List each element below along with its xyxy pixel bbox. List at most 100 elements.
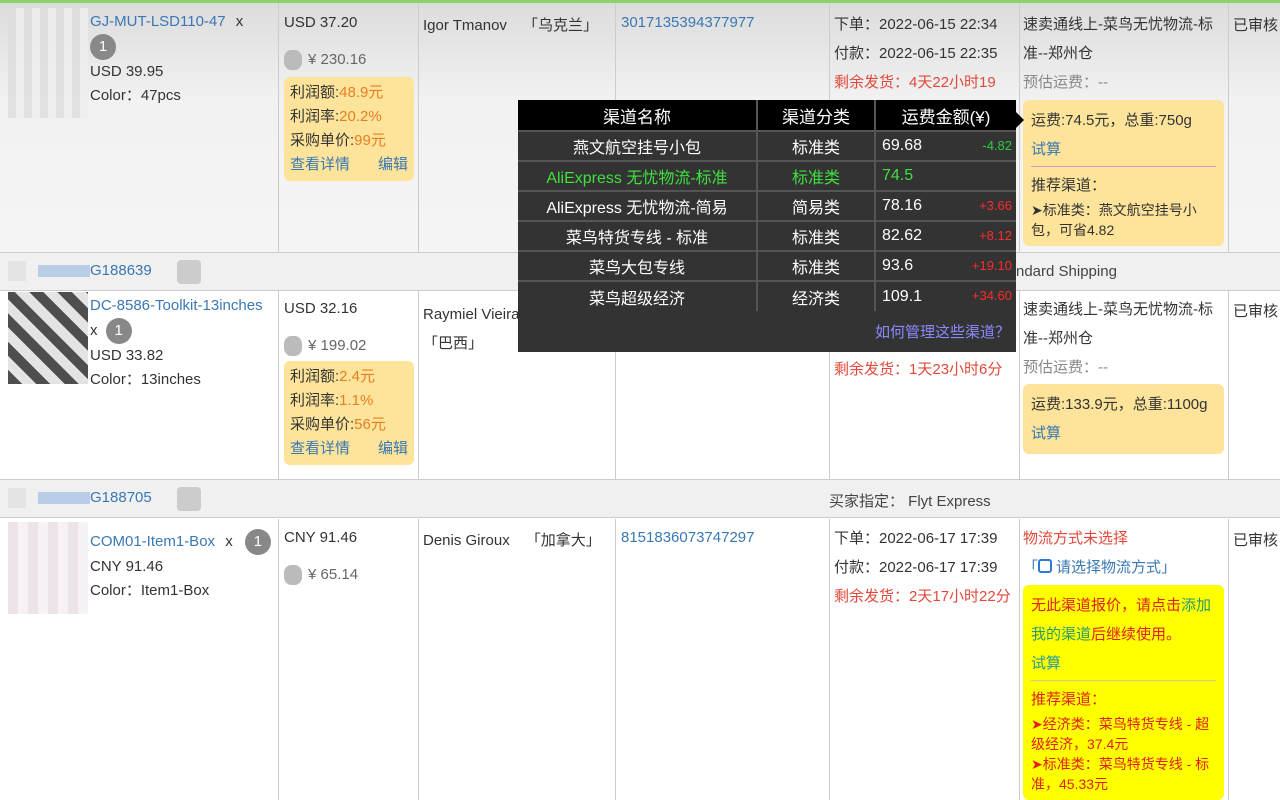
item-price: USD 33.82	[90, 347, 164, 364]
select-shipping-button[interactable]: 「请选择物流方式」	[1023, 553, 1223, 582]
qty-prefix: x	[90, 322, 98, 339]
pay-time: 付款：2022-06-15 22:35	[834, 45, 998, 62]
profit-rate: 20.2%	[339, 108, 382, 125]
buyer-country: 「加拿大」	[525, 532, 601, 549]
remaining-time: 2天17小时22分	[909, 588, 1011, 605]
col-header-amount: 运费金额(¥)	[875, 100, 1016, 131]
profit-rate: 1.1%	[339, 392, 374, 409]
order-number[interactable]: G188705	[90, 489, 152, 506]
shipping-unselected: 物流方式未选择	[1023, 530, 1129, 547]
unit-cost-label: 采购单价:	[290, 132, 355, 149]
view-details-link[interactable]: 查看详情	[290, 153, 350, 177]
edit-icon	[1038, 559, 1053, 573]
cny-amount: ¥ 230.16	[308, 50, 367, 68]
buyer-specified-shipping: 买家指定： Flyt Express	[829, 493, 991, 510]
profit-box: 利润额:2.4元 利润率:1.1% 采购单价:56元 查看详情 编辑	[284, 361, 414, 465]
order-status: 已审核	[1233, 303, 1279, 320]
calc-link[interactable]: 试算	[1031, 419, 1216, 448]
product-thumbnail[interactable]	[8, 8, 88, 118]
channel-name: 菜鸟特货专线 - 标准	[518, 220, 758, 251]
checkbox[interactable]	[8, 261, 26, 281]
variant: Color：Item1-Box	[90, 582, 210, 599]
tracking-number[interactable]: 8151836073747297	[621, 529, 754, 546]
channel-name: 菜鸟大包专线	[518, 250, 758, 281]
remaining-label: 剩余发货：	[834, 74, 910, 91]
buyer-name: Igor Tmanov	[423, 17, 507, 34]
channel-name: 燕文航空挂号小包	[518, 130, 758, 161]
cny-amount: ¥ 65.14	[308, 565, 359, 583]
remaining-time: 1天23小时6分	[909, 361, 1003, 378]
freight-box: 运费:74.5元，总重:750g 试算 推荐渠道： ➤标准类：燕文航空挂号小包，…	[1023, 100, 1224, 246]
calc-link[interactable]: 试算	[1031, 649, 1216, 678]
channel-amount: 93.6	[882, 257, 914, 274]
freight-box: 运费:133.9元，总重:1100g 试算	[1023, 384, 1224, 454]
channel-amount: 82.62	[882, 227, 923, 244]
product-thumbnail[interactable]	[8, 522, 88, 614]
channel-diff: +3.66	[979, 198, 1012, 213]
channel-name: 菜鸟超级经济	[518, 280, 758, 311]
order-status: 已审核	[1233, 532, 1279, 549]
profit-amount-label: 利润额:	[290, 368, 340, 385]
coin-icon	[284, 565, 302, 585]
channel-row[interactable]: AliExpress 无忧物流-标准 标准类 74.5	[518, 160, 1016, 191]
channel-name: AliExpress 无忧物流-标准	[518, 160, 758, 191]
sku-link[interactable]: DC-8586-Toolkit-13inches	[90, 297, 263, 314]
no-quote-box: 无此渠道报价，请点击添加我的渠道后继续使用。 试算 推荐渠道： ➤经济类：菜鸟特…	[1023, 585, 1224, 800]
channel-row[interactable]: AliExpress 无忧物流-简易 简易类 78.16 +3.66	[518, 190, 1016, 221]
edit-link[interactable]: 编辑	[378, 437, 408, 461]
sku-link[interactable]: COM01-Item1-Box	[90, 533, 215, 550]
qty-badge: 1	[244, 529, 271, 555]
order-no-blurred	[38, 265, 90, 277]
flag-icon[interactable]	[177, 487, 201, 511]
channel-row[interactable]: 燕文航空挂号小包 标准类 69.68 -4.82	[518, 130, 1016, 161]
unit-cost-label: 采购单价:	[290, 416, 355, 433]
variant: Color：13inches	[90, 371, 201, 388]
channel-row[interactable]: 菜鸟超级经济 经济类 109.1 +34.60	[518, 280, 1016, 311]
qty-prefix: x	[225, 533, 233, 550]
channel-type: 标准类	[757, 130, 876, 161]
recommend-item[interactable]: ➤标准类：燕文航空挂号小包，可省4.82	[1031, 200, 1216, 240]
edit-link[interactable]: 编辑	[378, 153, 408, 177]
channel-diff: +19.10	[971, 258, 1012, 273]
profit-rate-label: 利润率:	[290, 108, 340, 125]
flag-icon[interactable]	[177, 260, 201, 284]
item-price: CNY 91.46	[90, 558, 164, 575]
recommend-item[interactable]: ➤经济类：菜鸟特货专线 - 超级经济，37.4元	[1031, 714, 1216, 754]
channel-row[interactable]: 菜鸟大包专线 标准类 93.6 +19.10	[518, 250, 1016, 281]
order-group-header-3: G188705 买家指定： Flyt Express	[0, 479, 1280, 518]
order-no-blurred	[38, 492, 90, 504]
cny-amount: ¥ 199.02	[308, 336, 367, 354]
buyer-country: 「巴西」	[423, 335, 484, 352]
tracking-number[interactable]: 3017135394377977	[621, 14, 754, 31]
freight-info: 运费:133.9元，总重:1100g	[1031, 396, 1208, 413]
item-price: USD 39.95	[90, 63, 164, 80]
channel-diff: +8.12	[979, 228, 1012, 243]
shipping-method: 速卖通线上-菜鸟无忧物流-标准--郑州仓	[1023, 16, 1213, 62]
order-time: 下单：2022-06-15 22:34	[834, 16, 998, 33]
channel-type: 经济类	[757, 280, 876, 311]
product-thumbnail[interactable]	[8, 292, 88, 384]
variant: Color：47pcs	[90, 87, 181, 104]
unit-cost: 56元	[354, 416, 386, 433]
recommend-item[interactable]: ➤标准类：菜鸟特货专线 - 标准，45.33元	[1031, 754, 1216, 794]
order-number[interactable]: G188639	[90, 262, 152, 279]
channel-type: 标准类	[757, 220, 876, 251]
shipping-channel-popup: 渠道名称 渠道分类 运费金额(¥) 燕文航空挂号小包 标准类 69.68 -4.82 A…	[518, 100, 1016, 352]
calc-link[interactable]: 试算	[1031, 135, 1216, 164]
manage-channels-link[interactable]: 如何管理这些渠道？	[875, 321, 1010, 342]
profit-amount-label: 利润额:	[290, 84, 340, 101]
buyer-name: Denis Giroux	[423, 532, 510, 549]
checkbox[interactable]	[8, 488, 26, 508]
sku-link[interactable]: GJ-MUT-LSD110-47	[90, 13, 226, 30]
remaining-label: 剩余发货：	[834, 361, 910, 378]
channel-row[interactable]: 菜鸟特货专线 - 标准 标准类 82.62 +8.12	[518, 220, 1016, 251]
channel-amount: 78.16	[882, 197, 923, 214]
qty-prefix: x	[235, 13, 244, 30]
profit-amount: 2.4元	[339, 368, 376, 385]
channel-amount: 109.1	[882, 287, 923, 305]
view-details-link[interactable]: 查看详情	[290, 437, 350, 461]
order-total: USD 37.20	[284, 14, 358, 31]
remaining-time: 4天22小时19	[909, 74, 996, 91]
remaining-label: 剩余发货：	[834, 588, 910, 605]
channel-type: 标准类	[757, 250, 876, 281]
